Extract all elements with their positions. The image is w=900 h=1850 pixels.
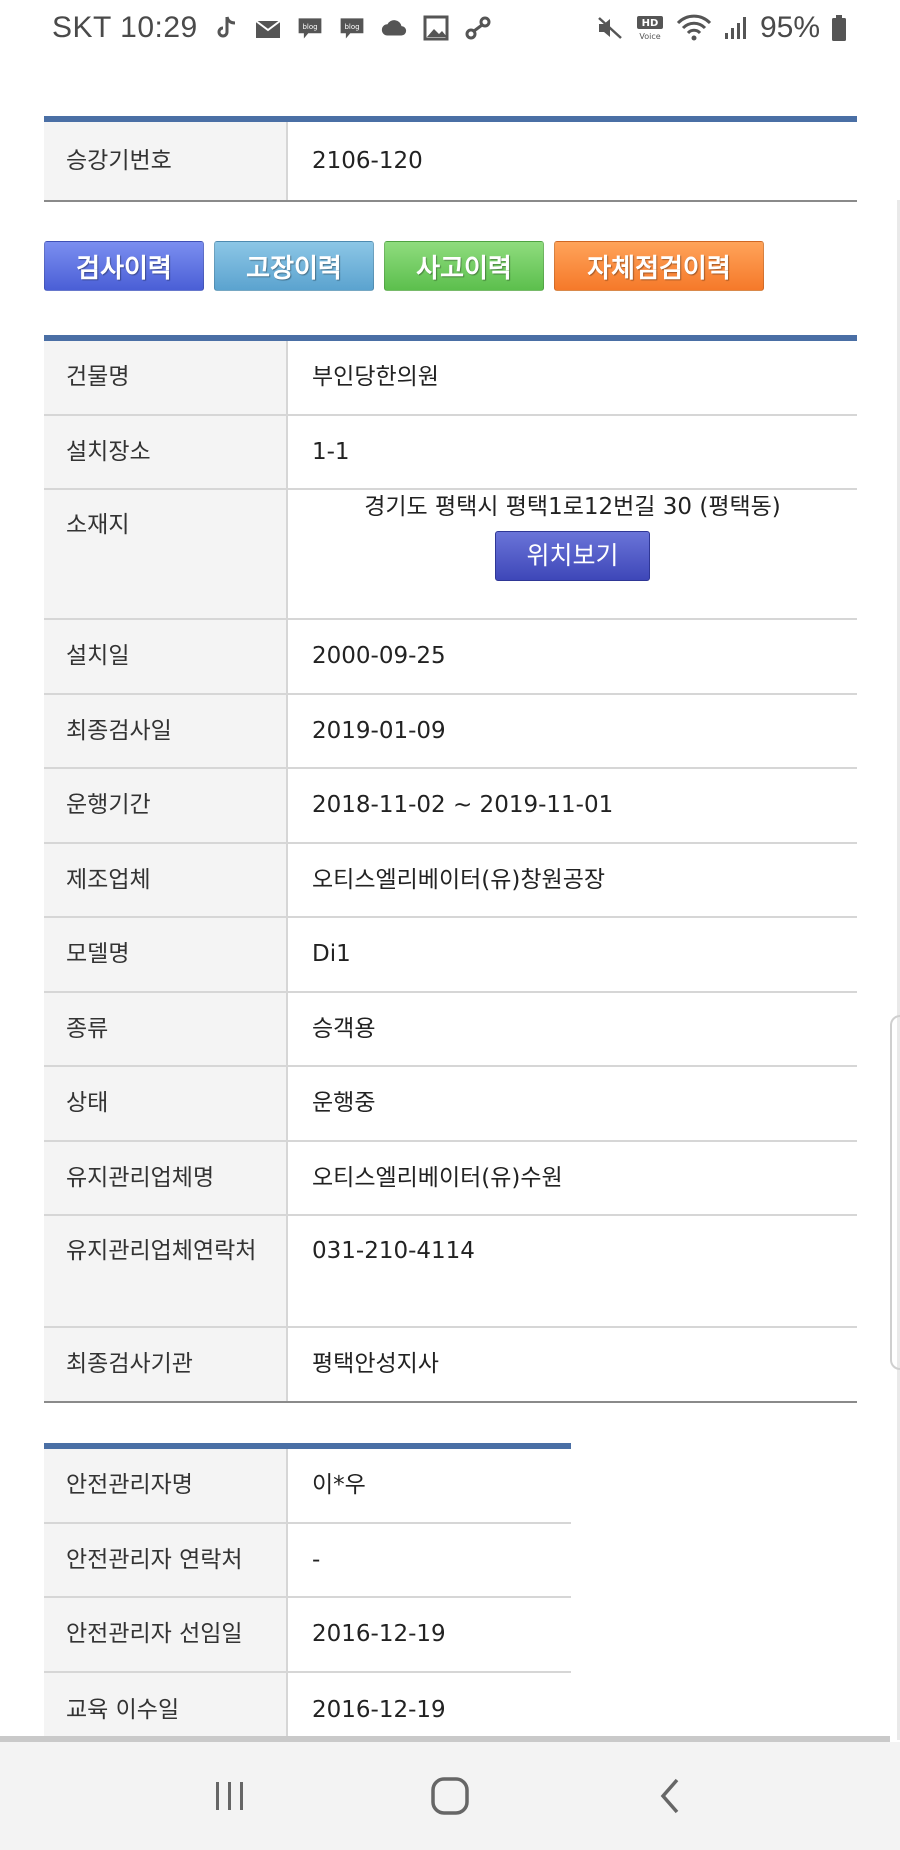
history-button-row: 검사이력 고장이력 사고이력 자체점검이력	[44, 241, 764, 291]
table-row: 운행기간 2018-11-02 ~ 2019-11-01	[44, 769, 857, 844]
battery-percent: 95%	[759, 11, 820, 44]
safety-manager-table: 안전관리자명 이*우 안전관리자 연락처 - 안전관리자 선임일 2016-12…	[44, 1443, 571, 1747]
battery-icon	[830, 14, 848, 42]
elevator-id-value: 2106-120	[312, 147, 423, 174]
safety-value: -	[312, 1546, 321, 1573]
table-row: 안전관리자 연락처 -	[44, 1523, 571, 1598]
detail-value: 평택안성지사	[312, 1351, 439, 1377]
failure-history-button[interactable]: 고장이력	[214, 241, 374, 291]
detail-label: 제조업체	[44, 843, 288, 916]
table-row: 제조업체 오티스엘리베이터(유)창원공장	[44, 843, 857, 918]
detail-label: 건물명	[44, 341, 288, 414]
table-row: 소재지 경기도 평택시 평택1로12번길 30 (평택동) 위치보기	[44, 490, 857, 620]
detail-label: 소재지	[44, 490, 288, 618]
detail-value: 2018-11-02 ~ 2019-11-01	[312, 792, 614, 818]
detail-label: 최종검사기관	[44, 1328, 288, 1401]
detail-value: 오티스엘리베이터(유)수원	[312, 1164, 563, 1191]
home-icon	[431, 1777, 469, 1815]
status-left: SKT 10:29 blog blog	[52, 11, 492, 45]
recent-apps-icon	[216, 1782, 243, 1810]
detail-value: 1-1	[312, 438, 350, 465]
view-location-button[interactable]: 위치보기	[495, 530, 650, 581]
table-row: 유지관리업체명 오티스엘리베이터(유)수원	[44, 1141, 857, 1216]
detail-value: 운행중	[312, 1090, 376, 1116]
address-value: 경기도 평택시 평택1로12번길 30 (평택동)	[364, 494, 781, 520]
table-row: 건물명 부인당한의원	[44, 341, 857, 416]
table-row: 상태 운행중	[44, 1067, 857, 1142]
back-button[interactable]	[635, 1761, 705, 1831]
elevator-details-table: 건물명 부인당한의원 설치장소 1-1 소재지 경기도 평택시 평택1로12번길…	[44, 335, 857, 1403]
link-icon	[464, 14, 492, 42]
table-row: 안전관리자명 이*우	[44, 1449, 571, 1524]
edge-panel-handle[interactable]	[890, 1015, 900, 1370]
detail-label: 설치장소	[44, 415, 288, 488]
hd-voice-icon: HD Voice	[634, 14, 666, 42]
status-carrier-time: SKT 10:29	[52, 11, 198, 44]
svg-text:Voice: Voice	[639, 32, 660, 41]
address-cell: 경기도 평택시 평택1로12번길 30 (평택동) 위치보기	[288, 490, 857, 618]
elevator-id-table: 승강기번호 2106-120	[44, 116, 857, 202]
table-row: 안전관리자 선임일 2016-12-19	[44, 1598, 571, 1673]
mute-icon	[596, 14, 624, 42]
detail-label: 운행기간	[44, 769, 288, 842]
safety-label: 안전관리자 연락처	[44, 1523, 288, 1596]
detail-label: 최종검사일	[44, 694, 288, 767]
svg-text:HD: HD	[642, 18, 659, 29]
detail-label: 상태	[44, 1067, 288, 1140]
detail-value: 승객용	[312, 1015, 376, 1042]
image-icon	[422, 14, 450, 42]
elevator-id-label: 승강기번호	[44, 122, 288, 200]
detail-value: 2019-01-09	[312, 717, 446, 744]
safety-label: 안전관리자 선임일	[44, 1598, 288, 1671]
home-button[interactable]	[415, 1761, 485, 1831]
table-row: 종류 승객용	[44, 992, 857, 1067]
detail-label: 종류	[44, 992, 288, 1065]
table-row: 설치일 2000-09-25	[44, 620, 857, 695]
safety-label: 안전관리자명	[44, 1449, 288, 1522]
recent-apps-button[interactable]	[195, 1761, 265, 1831]
detail-value: 부인당한의원	[312, 364, 439, 390]
safety-value: 2016-12-19	[312, 1621, 446, 1647]
accident-history-button[interactable]: 사고이력	[384, 241, 544, 291]
cloud-icon	[380, 14, 408, 42]
detail-label: 설치일	[44, 620, 288, 693]
table-row: 모델명 Di1	[44, 918, 857, 993]
table-row: 유지관리업체연락처 031-210-4114	[44, 1216, 857, 1328]
table-row: 최종검사기관 평택안성지사	[44, 1328, 857, 1403]
back-icon	[660, 1778, 679, 1814]
detail-label: 유지관리업체연락처	[44, 1216, 288, 1326]
table-row: 승강기번호 2106-120	[44, 122, 857, 202]
detail-label: 유지관리업체명	[44, 1141, 288, 1214]
signal-icon	[722, 14, 750, 42]
detail-value: Di1	[312, 941, 351, 967]
detail-value: 오티스엘리베이터(유)창원공장	[312, 866, 606, 893]
wifi-icon	[676, 14, 712, 42]
mail-icon	[254, 14, 282, 42]
detail-label: 모델명	[44, 918, 288, 991]
blog-icon-2: blog	[338, 14, 366, 42]
android-nav-bar	[0, 1742, 900, 1850]
table-row: 설치장소 1-1	[44, 415, 857, 490]
tiktok-icon	[212, 14, 240, 42]
svg-text:blog: blog	[302, 23, 317, 31]
table-row: 최종검사일 2019-01-09	[44, 694, 857, 769]
inspection-history-button[interactable]: 검사이력	[44, 241, 204, 291]
detail-value: 2000-09-25	[312, 643, 446, 669]
self-check-history-button[interactable]: 자체점검이력	[554, 241, 764, 291]
maintenance-phone-value[interactable]: 031-210-4114	[288, 1216, 857, 1326]
safety-value: 이*우	[312, 1472, 366, 1498]
status-bar: SKT 10:29 blog blog HD Voice 95%	[0, 0, 900, 56]
status-right: HD Voice 95%	[596, 11, 848, 45]
svg-text:blog: blog	[344, 23, 359, 31]
blog-icon: blog	[296, 14, 324, 42]
